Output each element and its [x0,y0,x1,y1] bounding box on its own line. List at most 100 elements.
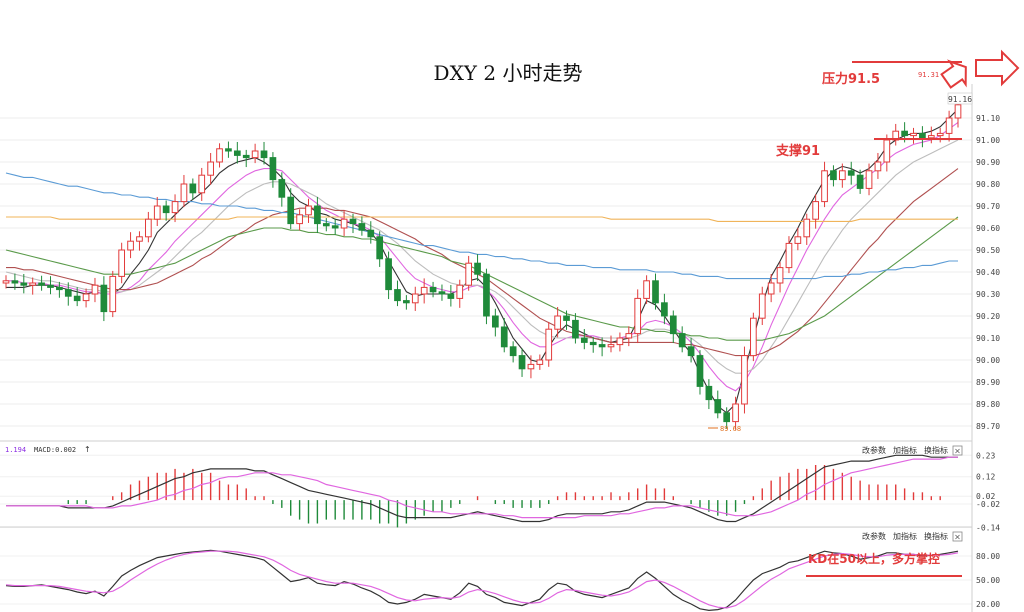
macd-switch-indicator-button[interactable]: 换指标 [924,445,948,455]
candle-body [509,346,517,357]
candlestick [714,390,722,419]
candle-body [741,355,748,405]
candle-body [830,170,837,181]
candle-body [785,242,793,269]
candle-body [465,262,473,286]
candle-body [705,385,713,401]
candle-body [527,363,535,370]
macd-y-tick-label: 0.23 [976,451,995,460]
candlestick [705,379,713,410]
candlestick [518,348,526,377]
candlestick [545,321,553,367]
candlestick [572,313,579,344]
candlestick [233,141,241,164]
candle-body [865,170,873,189]
macd-left-label: 1.194 [5,446,26,454]
main-y-tick-label: 89.90 [976,378,1000,387]
kd-close-icon: × [954,533,961,542]
candle-body [287,196,295,225]
candlestick [2,275,10,289]
candlestick [91,277,99,303]
macd-close-icon: × [954,447,961,456]
main-y-tick-label: 89.70 [976,422,1000,431]
candle-body [838,170,846,181]
candle-body [794,236,802,244]
candle-body [518,355,526,370]
candle-body [598,344,606,348]
candle-body [296,214,303,225]
kd-y-axis: 80.00 50.00 20.00 [976,552,1000,609]
candle-body [910,132,917,137]
kd-y-tick-label: 20.00 [976,600,1000,609]
candle-body [936,132,944,137]
candlestick [910,127,917,144]
candle-body [643,280,650,299]
kd-add-indicator-button[interactable]: 加指标 [893,531,917,541]
candle-body [723,412,731,423]
macd-y-tick-label: -0.02 [976,500,1000,509]
kd-edit-params-button[interactable]: 改参数 [862,531,886,541]
candle-body [403,300,410,304]
candle-body [750,317,757,357]
candlestick [171,194,179,223]
candle-body [438,291,446,295]
macd-edit-params-button[interactable]: 改参数 [862,445,886,455]
candlestick [198,167,206,201]
candlestick [242,149,250,168]
candle-body [64,289,72,297]
candle-body [625,333,633,339]
candlestick [118,242,126,284]
candle-body [572,319,579,339]
main-y-tick-label: 90.70 [976,202,1000,211]
candlestick [189,178,197,200]
candlestick [483,268,490,325]
candle-body [634,297,642,335]
candle-body [29,282,37,286]
candlestick [207,152,214,185]
candle-body [180,183,188,203]
candle-body [225,148,232,152]
candlestick [741,346,748,414]
candlestick [38,275,45,291]
macd-add-indicator-button[interactable]: 加指标 [893,445,917,455]
candlestick [803,213,811,245]
candle-body [358,223,366,231]
candle-body [2,280,10,284]
candle-body [491,315,499,328]
candlestick [847,161,855,185]
candle-body [883,139,891,163]
candle-body [589,341,597,346]
candle-body [38,282,45,286]
main-y-tick-label: 89.80 [976,400,1000,409]
candle-body [100,284,108,313]
candle-body [198,174,206,194]
candle-body [109,275,117,313]
moving-average-line-ma2 [6,121,959,392]
candlestick [180,174,188,208]
main-y-tick-label: 91.00 [976,136,1000,145]
main-y-tick-label: 90.20 [976,312,1000,321]
candle-body [394,289,401,302]
candle-body [563,315,570,321]
candle-body [207,161,214,176]
candlestick [589,336,597,353]
main-y-tick-label: 90.00 [976,356,1000,365]
candle-body [429,286,437,293]
candle-body [11,280,19,284]
candle-body [714,399,722,414]
kd-switch-indicator-button[interactable]: 换指标 [924,531,948,541]
candle-body [687,346,695,357]
candle-body [803,218,811,238]
candlestick [47,276,54,295]
candlestick [865,163,873,196]
chart-title: DXY 2 小时走势 [434,61,583,85]
candlestick [278,172,286,207]
candlestick [474,254,481,282]
candlestick [438,284,446,301]
candlestick [856,169,864,194]
candle-body [153,205,161,220]
candlestick [411,286,419,311]
candlestick [296,209,303,231]
candle-body [758,293,766,319]
candle-body [821,170,828,203]
